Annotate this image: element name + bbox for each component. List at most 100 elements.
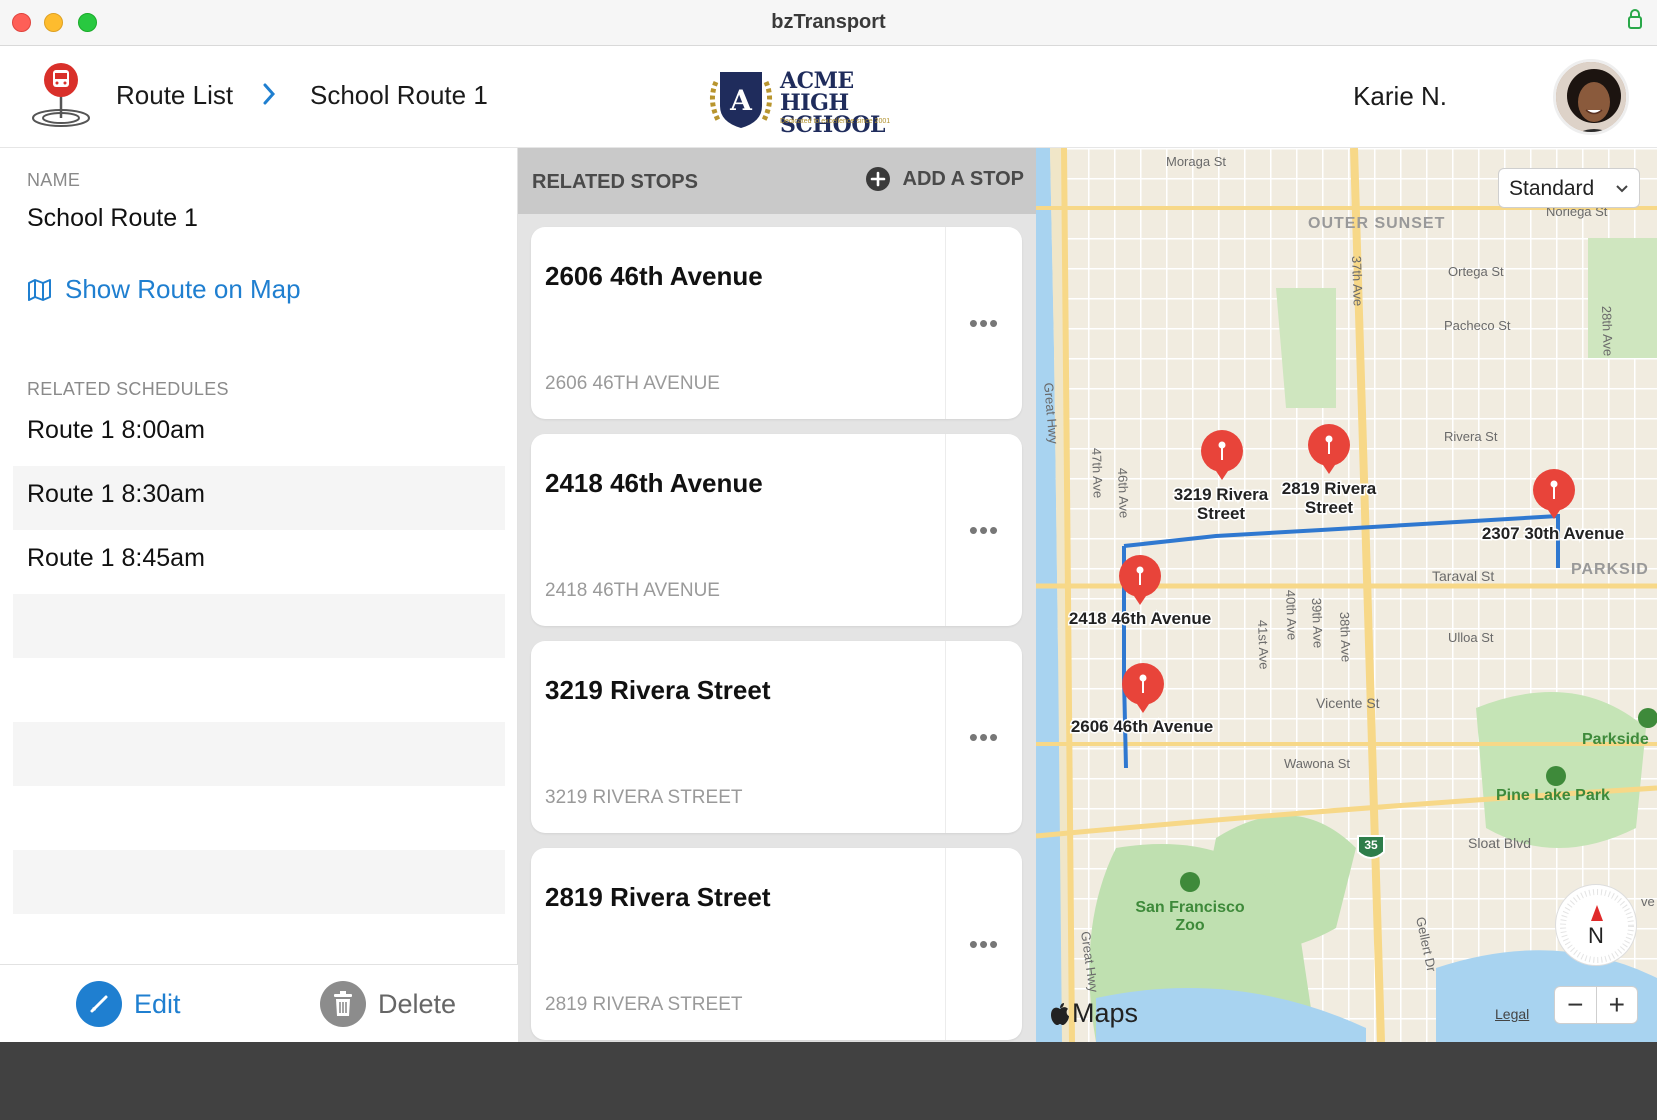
empty-row <box>13 850 505 914</box>
show-route-on-map-button[interactable]: Show Route on Map <box>27 274 301 305</box>
zoom-in-button[interactable]: + <box>1597 987 1638 1023</box>
empty-row <box>13 722 505 786</box>
park-label: Zoo <box>1175 917 1205 934</box>
school-name-line1: ACME <box>780 68 854 94</box>
zoo-icon <box>1180 872 1200 892</box>
stop-card[interactable]: 3219 Rivera Street 3219 RIVERA STREET ••… <box>531 641 1022 833</box>
street-label: Pacheco St <box>1444 318 1511 333</box>
pin-label: 2606 46th Avenue <box>1071 717 1213 736</box>
park-tree-icon <box>1546 766 1566 786</box>
zoom-control: − + <box>1554 986 1638 1024</box>
schedule-label: Route 1 8:00am <box>27 416 205 444</box>
stop-title: 2418 46th Avenue <box>545 468 763 498</box>
school-name: ACME HIGH SCHOOL <box>780 70 946 136</box>
chevron-down-icon <box>1616 185 1628 193</box>
app-header: Route List School Route 1 A ACME HIGH SC… <box>0 46 1657 148</box>
stop-card[interactable]: 2418 46th Avenue 2418 46TH AVENUE ••• <box>531 434 1022 626</box>
pin-label: 2418 46th Avenue <box>1069 609 1211 628</box>
route-map[interactable]: Moraga St Noriega St Ortega St Pacheco S… <box>1036 148 1657 1042</box>
compass-button[interactable]: N <box>1555 884 1637 966</box>
pin-label: 2819 Rivera <box>1282 479 1377 498</box>
schedule-row[interactable]: Route 1 8:30am <box>13 466 505 530</box>
maps-label: Maps <box>1072 998 1139 1028</box>
delete-button[interactable]: Delete <box>320 981 456 1027</box>
more-options-button[interactable]: ••• <box>946 848 1022 1040</box>
school-tagline: Dedicated to excellence since 2001 <box>780 118 891 125</box>
trash-icon <box>320 981 366 1027</box>
stops-header: RELATED STOPS ADD A STOP <box>518 148 1036 214</box>
pin-label: 2307 30th Avenue <box>1482 524 1624 543</box>
name-label: NAME <box>27 170 81 190</box>
stop-address: 2819 RIVERA STREET <box>545 994 743 1015</box>
user-name: Karie N. <box>1353 81 1447 111</box>
lock-icon <box>1628 9 1642 29</box>
school-logo: A ACME HIGH SCHOOL Dedicated to excellen… <box>706 66 946 136</box>
more-options-button[interactable]: ••• <box>946 227 1022 419</box>
pin-label: 3219 Rivera <box>1174 485 1269 504</box>
more-options-button[interactable]: ••• <box>946 434 1022 626</box>
park-label: San Francisco <box>1135 899 1245 916</box>
school-name-line2: HIGH SCHOOL <box>780 90 885 138</box>
street-label: Ortega St <box>1448 264 1504 279</box>
park-label: Parkside <box>1582 731 1649 748</box>
window-titlebar: bzTransport <box>0 0 1657 46</box>
zoom-out-button[interactable]: − <box>1555 987 1597 1023</box>
edit-button[interactable]: Edit <box>76 981 181 1027</box>
route-name: School Route 1 <box>27 204 198 232</box>
related-stops-panel: RELATED STOPS ADD A STOP 2606 46th Avenu… <box>518 148 1036 1042</box>
street-label: 40th Ave <box>1283 590 1300 641</box>
street-label: Vicente St <box>1316 695 1380 711</box>
stop-address: 2418 46TH AVENUE <box>545 580 720 601</box>
street-label: Rivera St <box>1444 429 1498 444</box>
plus-circle-icon <box>865 167 890 191</box>
map-style-select[interactable]: Standard <box>1498 168 1640 208</box>
empty-row <box>13 786 505 850</box>
stop-card[interactable]: 2606 46th Avenue 2606 46TH AVENUE ••• <box>531 227 1022 419</box>
schedule-label: Route 1 8:45am <box>27 544 205 572</box>
street-label: Taraval St <box>1432 568 1494 584</box>
area-label: PARKSID <box>1571 561 1649 578</box>
street-label: Ulloa St <box>1448 630 1494 645</box>
street-label: 28th Ave <box>1599 306 1616 357</box>
add-stop-label: ADD A STOP <box>902 167 1025 190</box>
street-label: Moraga St <box>1166 154 1226 169</box>
legal-link[interactable]: Legal <box>1495 1006 1529 1022</box>
pencil-icon <box>76 981 122 1027</box>
street-label: 39th Ave <box>1309 598 1326 649</box>
stop-title: 2819 Rivera Street <box>545 882 771 912</box>
street-label: 37th Ave <box>1349 256 1366 307</box>
apple-logo-icon <box>1051 1002 1069 1025</box>
street-label: Sloat Blvd <box>1468 835 1531 851</box>
schedule-row[interactable]: Route 1 8:45am <box>13 530 505 594</box>
more-options-button[interactable]: ••• <box>946 641 1022 833</box>
svg-text:A: A <box>729 84 753 117</box>
related-schedules-label: RELATED SCHEDULES <box>27 379 229 399</box>
schedule-label: Route 1 8:30am <box>27 480 205 508</box>
schedule-row[interactable]: Route 1 8:00am <box>13 402 505 466</box>
street-label: 38th Ave <box>1337 612 1354 663</box>
add-stop-button[interactable]: ADD A STOP <box>865 166 1025 192</box>
avatar[interactable] <box>1553 59 1629 135</box>
map-icon <box>28 278 51 301</box>
stop-card[interactable]: 2819 Rivera Street 2819 RIVERA STREET ••… <box>531 848 1022 1040</box>
stop-address: 2606 46TH AVENUE <box>545 373 720 394</box>
empty-row <box>13 594 505 658</box>
route-details-panel: NAME School Route 1 Show Route on Map RE… <box>0 148 518 1042</box>
street-label: 41st Ave <box>1255 620 1272 670</box>
compass-label: N <box>1588 923 1604 948</box>
area-label: OUTER SUNSET <box>1308 215 1445 232</box>
breadcrumb-route-list[interactable]: Route List <box>116 80 233 111</box>
empty-row <box>13 658 505 722</box>
window-bottom-bar <box>0 1042 1657 1120</box>
highway-label: 35 <box>1364 838 1378 852</box>
edit-label: Edit <box>134 988 181 1019</box>
breadcrumb-current: School Route 1 <box>310 80 488 110</box>
street-label: 47th Ave <box>1089 448 1106 499</box>
window-title: bzTransport <box>771 11 886 33</box>
street-label: ve <box>1641 894 1655 909</box>
stop-title: 3219 Rivera Street <box>545 675 771 705</box>
street-label: Wawona St <box>1284 756 1350 771</box>
school-crest-icon: A <box>710 72 772 128</box>
stop-address: 3219 RIVERA STREET <box>545 787 743 808</box>
related-stops-title: RELATED STOPS <box>532 171 698 193</box>
